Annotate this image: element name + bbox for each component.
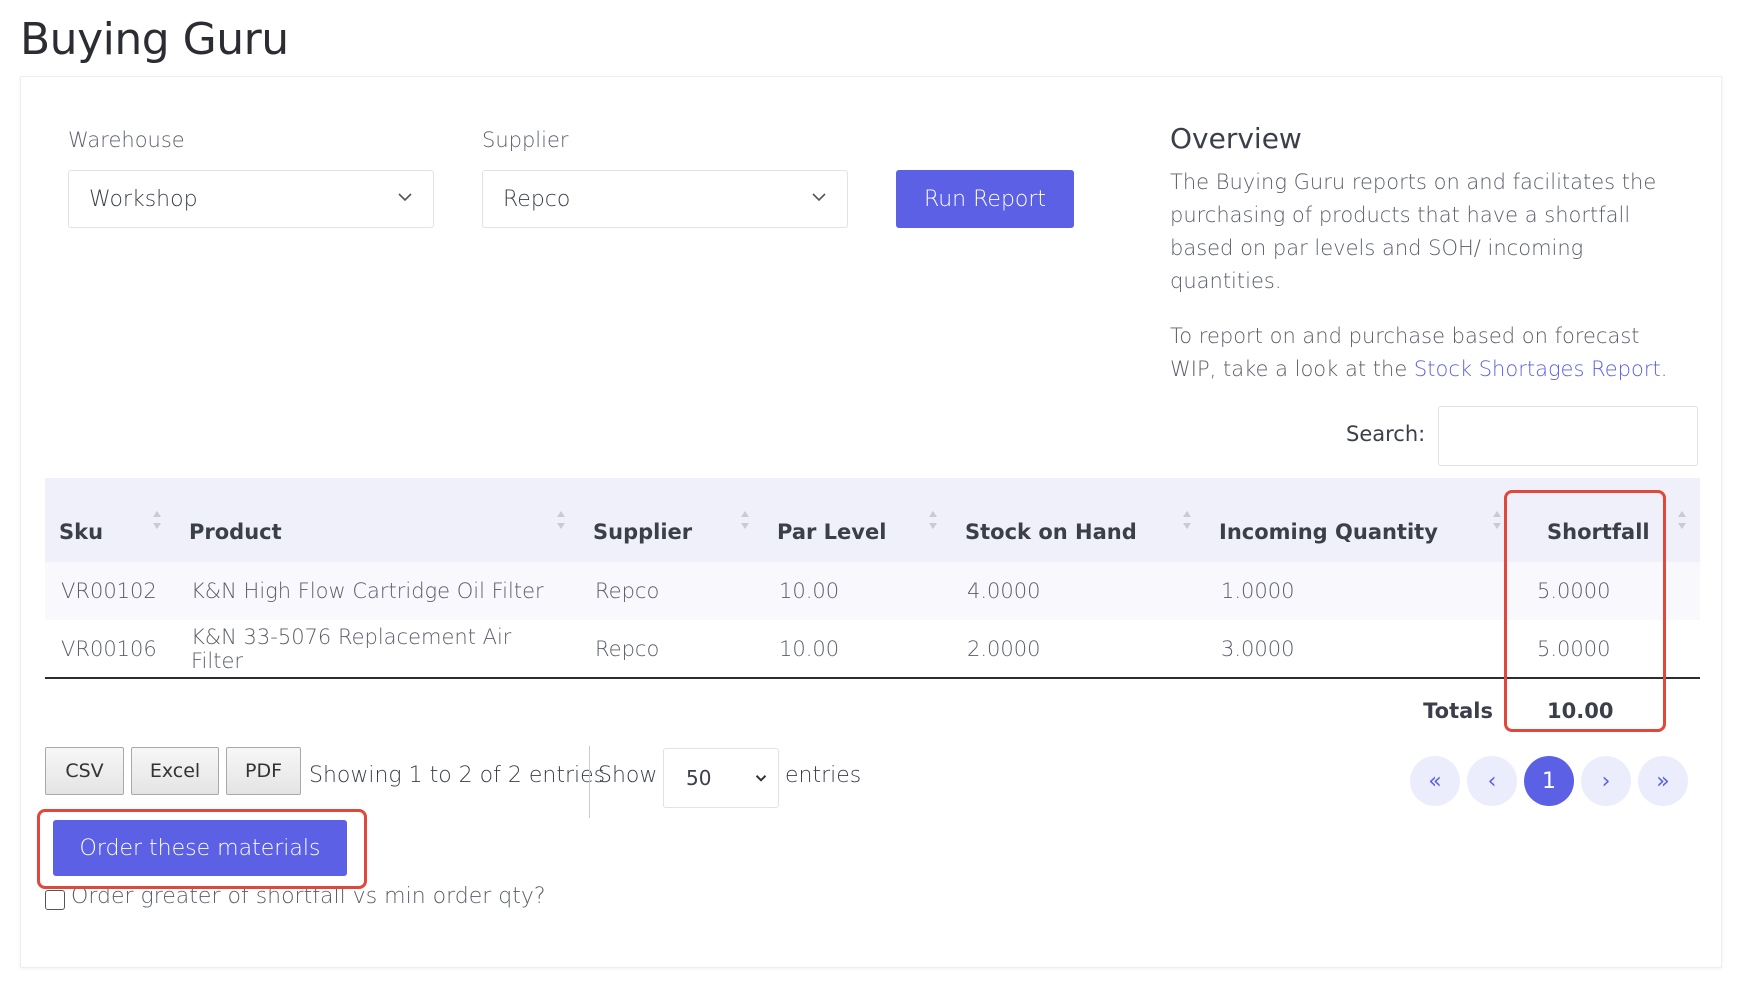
export-pdf-button[interactable]: PDF bbox=[226, 747, 301, 795]
show-label: Show bbox=[598, 763, 658, 788]
column-header-label: Product bbox=[189, 520, 282, 544]
order-greater-checkbox[interactable] bbox=[45, 890, 65, 910]
entries-label: entries bbox=[785, 763, 862, 788]
cell-par-level: 10.00 bbox=[763, 620, 951, 679]
column-header-shortfall[interactable]: Shortfall bbox=[1515, 478, 1700, 562]
column-header-par-level[interactable]: Par Level bbox=[763, 478, 951, 562]
sort-icon bbox=[1678, 511, 1686, 529]
column-header-label: Par Level bbox=[777, 520, 887, 544]
table-header-row: Sku Product Supplier Par Level Stock on … bbox=[45, 478, 1700, 562]
chevron-down-icon bbox=[398, 193, 412, 202]
order-greater-label: Order greater of shortfall vs min order … bbox=[71, 884, 546, 909]
sort-icon bbox=[1493, 511, 1501, 529]
column-header-stock-on-hand[interactable]: Stock on Hand bbox=[951, 478, 1205, 562]
pagination-prev-button[interactable]: ‹ bbox=[1467, 756, 1517, 806]
sort-icon bbox=[153, 511, 161, 529]
column-header-label: Stock on Hand bbox=[965, 520, 1137, 544]
buying-guru-table: Sku Product Supplier Par Level Stock on … bbox=[45, 478, 1700, 742]
cell-stock-on-hand: 4.0000 bbox=[951, 562, 1205, 620]
sort-icon bbox=[1183, 511, 1191, 529]
column-header-label: Supplier bbox=[593, 520, 693, 544]
search-input[interactable] bbox=[1438, 406, 1698, 466]
pagination-last-button[interactable]: » bbox=[1638, 756, 1688, 806]
cell-product: K&N 33-5076 Replacement Air Filter bbox=[175, 620, 579, 679]
cell-supplier: Repco bbox=[579, 562, 763, 620]
overview-paragraph-forecast-end: . bbox=[1660, 357, 1668, 381]
cell-incoming-quantity: 1.0000 bbox=[1205, 562, 1515, 620]
column-header-incoming-quantity[interactable]: Incoming Quantity bbox=[1205, 478, 1515, 562]
page-length-select[interactable]: 50 bbox=[663, 748, 779, 808]
search-label: Search: bbox=[1346, 422, 1426, 446]
export-excel-button[interactable]: Excel bbox=[131, 747, 219, 795]
page-title: Buying Guru bbox=[20, 14, 289, 65]
export-csv-button[interactable]: CSV bbox=[45, 747, 124, 795]
supplier-label: Supplier bbox=[482, 128, 569, 152]
table-row[interactable]: VR00106 K&N 33-5076 Replacement Air Filt… bbox=[45, 620, 1700, 679]
run-report-button[interactable]: Run Report bbox=[896, 170, 1074, 228]
column-header-supplier[interactable]: Supplier bbox=[579, 478, 763, 562]
column-header-sku[interactable]: Sku bbox=[45, 478, 175, 562]
cell-par-level: 10.00 bbox=[763, 562, 951, 620]
totals-label: Totals bbox=[1423, 698, 1493, 723]
column-header-label: Incoming Quantity bbox=[1219, 520, 1438, 544]
pagination-page-1[interactable]: 1 bbox=[1524, 756, 1574, 806]
column-header-label: Shortfall bbox=[1547, 520, 1650, 544]
cell-sku: VR00106 bbox=[45, 620, 175, 679]
divider bbox=[589, 746, 590, 818]
cell-stock-on-hand: 2.0000 bbox=[951, 620, 1205, 679]
page-length-value: 50 bbox=[686, 766, 712, 790]
cell-sku: VR00102 bbox=[45, 562, 175, 620]
overview-paragraph-forecast: To report on and purchase based on forec… bbox=[1170, 320, 1682, 386]
cell-supplier: Repco bbox=[579, 620, 763, 679]
column-header-product[interactable]: Product bbox=[175, 478, 579, 562]
pagination-next-button[interactable]: › bbox=[1581, 756, 1631, 806]
table-info: Showing 1 to 2 of 2 entries bbox=[309, 763, 606, 788]
totals-row: Totals 10.00 bbox=[45, 678, 1700, 742]
overview-title: Overview bbox=[1170, 122, 1302, 155]
warehouse-label: Warehouse bbox=[68, 128, 185, 152]
stock-shortages-report-link[interactable]: Stock Shortages Report bbox=[1414, 357, 1661, 381]
cell-shortfall: 5.0000 bbox=[1515, 620, 1700, 679]
sort-icon bbox=[741, 511, 749, 529]
supplier-select-value: Repco bbox=[503, 186, 571, 212]
supplier-select[interactable]: Repco bbox=[482, 170, 848, 228]
cell-shortfall: 5.0000 bbox=[1515, 562, 1700, 620]
order-materials-button[interactable]: Order these materials bbox=[53, 820, 347, 876]
table-row[interactable]: VR00102 K&N High Flow Cartridge Oil Filt… bbox=[45, 562, 1700, 620]
overview-paragraph: The Buying Guru reports on and facilitat… bbox=[1170, 170, 1657, 293]
chevron-down-icon bbox=[812, 193, 826, 202]
warehouse-select[interactable]: Workshop bbox=[68, 170, 434, 228]
cell-product: K&N High Flow Cartridge Oil Filter bbox=[175, 562, 579, 620]
warehouse-select-value: Workshop bbox=[89, 186, 198, 212]
column-header-label: Sku bbox=[59, 520, 104, 544]
totals-shortfall-value: 10.00 bbox=[1547, 698, 1614, 723]
sort-icon bbox=[557, 511, 565, 529]
cell-incoming-quantity: 3.0000 bbox=[1205, 620, 1515, 679]
pagination-first-button[interactable]: « bbox=[1410, 756, 1460, 806]
sort-icon bbox=[929, 511, 937, 529]
chevron-down-icon bbox=[755, 775, 767, 782]
